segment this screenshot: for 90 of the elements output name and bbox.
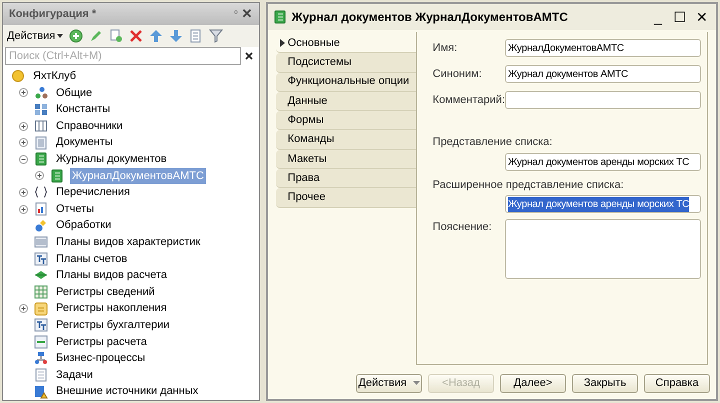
tree-item[interactable]: Планы счетов <box>54 250 130 268</box>
dialog-button[interactable]: Закрыть <box>572 374 638 392</box>
tree-item-icon <box>34 334 48 349</box>
tree-item-icon <box>50 168 64 183</box>
tab[interactable]: Макеты <box>276 150 416 170</box>
tree-item-icon <box>34 152 48 166</box>
field-label: Расширенное представление списка: <box>432 178 625 192</box>
actions-menu[interactable]: Действия <box>7 28 56 44</box>
input-field[interactable]: ЖурналДокументовАМТС <box>505 39 701 57</box>
tree-item-icon <box>34 218 48 233</box>
dialog-button[interactable]: Далее> <box>500 374 566 392</box>
tree-item[interactable]: Планы видов расчета <box>54 267 170 284</box>
tree-item[interactable]: Регистры сведений <box>54 284 157 300</box>
tab[interactable]: Данные <box>276 92 416 112</box>
tree-item-icon <box>34 368 48 382</box>
tree-item-icon <box>34 136 48 150</box>
tree-item-icon <box>11 69 25 84</box>
tree-item[interactable]: Константы <box>54 101 112 118</box>
tree-item-icon <box>34 351 48 366</box>
tree-item[interactable]: Отчеты <box>54 200 96 218</box>
expand-icon[interactable] <box>19 138 28 148</box>
tree-item-icon <box>34 102 48 116</box>
tab[interactable]: Права <box>276 169 416 188</box>
tree-item-icon <box>34 202 48 216</box>
tree-item[interactable]: Общие <box>54 84 94 102</box>
tree-item[interactable]: Планы видов характеристик <box>54 234 202 250</box>
input-field[interactable]: Журнал документов аренды морских ТС <box>505 195 701 213</box>
tree-item[interactable]: Документы <box>54 134 115 151</box>
actions-button[interactable]: Действия <box>356 374 422 392</box>
field-label: Комментарий: <box>432 92 505 108</box>
delete-icon[interactable] <box>129 29 144 43</box>
expand-icon[interactable] <box>19 122 28 131</box>
journal-icon <box>274 10 286 24</box>
caret-icon <box>412 381 420 385</box>
close-button[interactable]: ✕ <box>242 4 253 24</box>
tree-item[interactable]: Задачи <box>54 366 95 384</box>
minimize-button[interactable]: _ <box>650 6 666 28</box>
input-field[interactable]: Журнал документов АМТС <box>505 65 701 83</box>
expand-icon[interactable] <box>19 204 28 214</box>
copy-icon[interactable] <box>109 29 124 43</box>
panel-title: Конфигурация * <box>9 6 98 22</box>
tree-item-icon <box>34 119 48 134</box>
expand-icon[interactable] <box>19 304 28 314</box>
tab[interactable]: Формы <box>276 111 416 130</box>
tree-item-icon <box>34 235 48 250</box>
caret-icon[interactable] <box>57 34 64 38</box>
tree-item[interactable]: Регистры бухгалтерии <box>54 316 172 334</box>
tree-item-icon <box>34 302 48 316</box>
tree-item-icon <box>34 384 48 399</box>
search-field[interactable]: Поиск (Ctrl+Alt+M) <box>5 47 241 65</box>
tree-item[interactable]: Перечисления <box>54 184 132 201</box>
close-button[interactable]: ✕ <box>694 6 710 28</box>
tree-item-icon <box>34 86 48 100</box>
window-title: Журнал документов ЖурналДокументовАМТС <box>292 9 569 26</box>
tab[interactable]: Подсистемы <box>276 53 416 73</box>
input-field[interactable]: Журнал документов аренды морских ТС <box>505 152 701 170</box>
tree-item-icon <box>34 285 48 300</box>
tree-item[interactable]: ЯхтКлуб <box>31 68 78 85</box>
maximize-button[interactable]: ☐ <box>672 6 688 28</box>
field-label: Имя: <box>432 40 458 56</box>
tab[interactable]: Прочее <box>276 188 416 208</box>
tree-item[interactable]: Регистры расчета <box>54 334 149 350</box>
tab[interactable]: Команды <box>276 130 416 150</box>
field-label: Представление списка: <box>432 135 554 150</box>
expand-icon[interactable] <box>19 188 28 197</box>
tree-item-icon <box>34 252 48 266</box>
field-label: Пояснение: <box>432 220 492 235</box>
tree-item[interactable]: Бизнес-процессы <box>54 350 148 367</box>
expand-icon[interactable] <box>19 88 28 98</box>
move-down-icon[interactable] <box>169 29 184 43</box>
clear-icon[interactable] <box>244 52 253 60</box>
caret-icon <box>280 39 285 48</box>
collapse-icon[interactable] <box>19 154 28 164</box>
input-field[interactable] <box>505 91 701 109</box>
field-label: Синоним: <box>432 66 482 82</box>
move-up-icon[interactable] <box>149 29 164 43</box>
tree-item[interactable]: Обработки <box>54 217 114 234</box>
tree-item-icon <box>34 185 48 200</box>
tree-item[interactable]: Внешние источники данных <box>54 383 200 400</box>
dialog-button[interactable]: Справка <box>644 374 710 392</box>
tab[interactable]: Функциональные опции <box>276 72 416 92</box>
tree-item-icon <box>34 318 48 332</box>
pin-button[interactable]: ᵒ <box>234 7 238 21</box>
expand-icon[interactable] <box>35 171 44 180</box>
tree-item[interactable]: Журналы документов <box>54 151 169 168</box>
tree-item[interactable]: Регистры накопления <box>54 300 169 317</box>
list-icon[interactable] <box>189 29 204 43</box>
add-icon[interactable] <box>69 29 84 43</box>
filter-icon[interactable] <box>209 29 224 43</box>
tree-item[interactable]: Справочники <box>54 118 125 134</box>
